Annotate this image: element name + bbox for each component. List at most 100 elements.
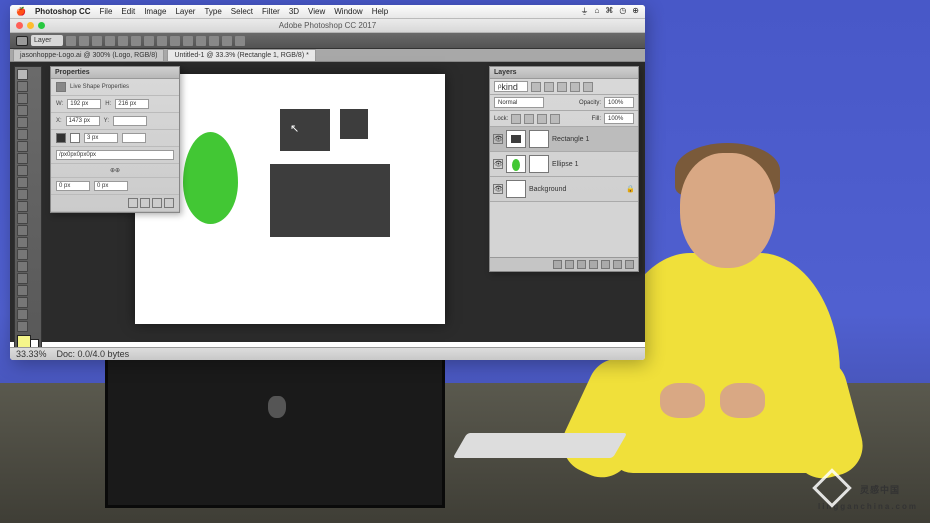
doc-info[interactable]: Doc: 0.0/4.0 bytes xyxy=(57,349,130,359)
rectangle-shape[interactable] xyxy=(340,109,368,139)
mask-icon[interactable] xyxy=(128,198,138,208)
fill-chip[interactable] xyxy=(56,133,66,143)
lock-icon[interactable] xyxy=(537,114,547,124)
menu-type[interactable]: Type xyxy=(204,7,221,16)
options-bar[interactable]: Layer xyxy=(10,33,645,49)
group-icon[interactable] xyxy=(601,260,610,269)
align-icon[interactable] xyxy=(105,36,115,46)
layer-row[interactable]: 👁 Background 🔒 xyxy=(490,177,638,202)
mask-thumb[interactable] xyxy=(529,155,549,173)
corner-tl-field[interactable]: 0 px xyxy=(56,181,90,191)
tab-document-2[interactable]: Untitled-1 @ 33.3% (Rectangle 1, RGB/8) … xyxy=(167,49,315,61)
crop-tool[interactable] xyxy=(17,129,28,140)
wifi-icon[interactable]: ⏚ xyxy=(580,6,588,17)
align-icon[interactable] xyxy=(92,36,102,46)
move-tool[interactable] xyxy=(17,69,28,80)
new-layer-icon[interactable] xyxy=(613,260,622,269)
mask-icon[interactable] xyxy=(140,198,150,208)
distribute-icon[interactable] xyxy=(183,36,193,46)
rectangle-shape[interactable] xyxy=(270,164,390,237)
layer-thumb[interactable] xyxy=(506,155,526,173)
menu-view[interactable]: View xyxy=(308,7,325,16)
menu-file[interactable]: File xyxy=(100,7,113,16)
battery-icon[interactable]: ⌂ xyxy=(594,6,599,17)
stamp-tool[interactable] xyxy=(17,177,28,188)
filter-icon[interactable] xyxy=(570,82,580,92)
filter-kind-dropdown[interactable]: ρ kind xyxy=(494,81,528,92)
filter-icon[interactable] xyxy=(544,82,554,92)
brush-tool[interactable] xyxy=(17,165,28,176)
corner-tr-field[interactable]: 0 px xyxy=(94,181,128,191)
tool-preset[interactable] xyxy=(16,36,28,46)
dodge-tool[interactable] xyxy=(17,237,28,248)
lock-icon[interactable] xyxy=(550,114,560,124)
ellipse-shape[interactable] xyxy=(183,132,238,224)
document-tabs[interactable]: jasonhoppe-Logo.ai @ 300% (Logo, RGB/8) … xyxy=(10,49,645,62)
menu-image[interactable]: Image xyxy=(144,7,166,16)
close-icon[interactable] xyxy=(16,22,23,29)
rectangle-shape[interactable] xyxy=(280,109,330,151)
mask-icon[interactable] xyxy=(577,260,586,269)
layer-dropdown[interactable]: Layer xyxy=(31,35,63,46)
search-icon[interactable]: ⊕ xyxy=(632,6,639,17)
opacity-field[interactable]: 100% xyxy=(604,97,634,108)
stroke-width-field[interactable]: 3 px xyxy=(84,133,118,143)
properties-panel[interactable]: Properties Live Shape Properties W:192 p… xyxy=(50,66,180,213)
distribute-icon[interactable] xyxy=(196,36,206,46)
align-icon[interactable] xyxy=(131,36,141,46)
layers-header[interactable]: Layers xyxy=(490,67,638,79)
minimize-icon[interactable] xyxy=(27,22,34,29)
stroke-type-field[interactable] xyxy=(122,133,146,143)
window-titlebar[interactable]: Adobe Photoshop CC 2017 xyxy=(10,19,645,33)
canvas[interactable]: ↖ xyxy=(135,74,445,324)
extra-tool[interactable] xyxy=(17,321,28,332)
properties-header[interactable]: Properties xyxy=(51,67,179,79)
history-tool[interactable] xyxy=(17,189,28,200)
align-icon[interactable] xyxy=(79,36,89,46)
y-field[interactable] xyxy=(113,116,147,126)
visibility-toggle-icon[interactable]: 👁 xyxy=(493,134,503,144)
mode-icon[interactable] xyxy=(235,36,245,46)
fx-icon[interactable] xyxy=(565,260,574,269)
mac-menubar[interactable]: 🍎 Photoshop CC File Edit Image Layer Typ… xyxy=(10,5,645,19)
layers-empty-area[interactable] xyxy=(490,202,638,257)
zoom-icon[interactable] xyxy=(38,22,45,29)
filter-icon[interactable] xyxy=(583,82,593,92)
filter-icon[interactable] xyxy=(531,82,541,92)
visibility-toggle-icon[interactable]: 👁 xyxy=(493,184,503,194)
height-field[interactable]: 216 px xyxy=(115,99,149,109)
rectangle-tool[interactable] xyxy=(17,285,28,296)
menu-window[interactable]: Window xyxy=(334,7,362,16)
eraser-tool[interactable] xyxy=(17,201,28,212)
blend-mode-dropdown[interactable]: Normal xyxy=(494,97,544,108)
lock-icon[interactable] xyxy=(511,114,521,124)
trash-icon[interactable] xyxy=(164,198,174,208)
heal-tool[interactable] xyxy=(17,153,28,164)
link-layers-icon[interactable] xyxy=(553,260,562,269)
distribute-icon[interactable] xyxy=(157,36,167,46)
stroke-chip[interactable] xyxy=(70,133,80,143)
layer-thumb[interactable] xyxy=(506,180,526,198)
artboard-tool[interactable] xyxy=(17,81,28,92)
tool-palette[interactable] xyxy=(14,66,42,356)
layer-row[interactable]: 👁 Ellipse 1 xyxy=(490,152,638,177)
type-tool[interactable] xyxy=(17,261,28,272)
align-icon[interactable] xyxy=(118,36,128,46)
wand-tool[interactable] xyxy=(17,117,28,128)
menu-edit[interactable]: Edit xyxy=(121,7,135,16)
blur-tool[interactable] xyxy=(17,225,28,236)
distribute-icon[interactable] xyxy=(209,36,219,46)
menu-filter[interactable]: Filter xyxy=(262,7,280,16)
clock-icon[interactable]: ◷ xyxy=(619,6,626,17)
lock-icon[interactable] xyxy=(524,114,534,124)
gradient-tool[interactable] xyxy=(17,213,28,224)
align-icon[interactable] xyxy=(66,36,76,46)
link-icon[interactable]: ⊕⊕ xyxy=(110,167,120,174)
zoom-level[interactable]: 33.33% xyxy=(16,349,47,359)
tab-document-1[interactable]: jasonhoppe-Logo.ai @ 300% (Logo, RGB/8) xyxy=(13,49,164,61)
eyedropper-tool[interactable] xyxy=(17,141,28,152)
distribute-icon[interactable] xyxy=(170,36,180,46)
layers-panel[interactable]: Layers ρ kind Normal Opacity: 100% Lock: xyxy=(489,66,639,272)
menu-help[interactable]: Help xyxy=(372,7,388,16)
path-tool[interactable] xyxy=(17,273,28,284)
